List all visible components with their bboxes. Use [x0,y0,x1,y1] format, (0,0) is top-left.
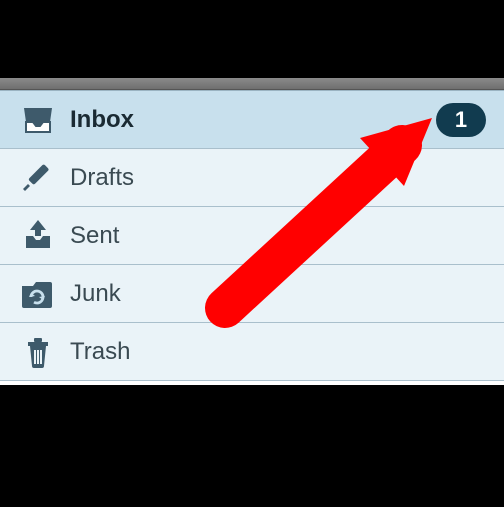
folder-sent[interactable]: Sent [0,207,504,265]
folder-label: Inbox [70,106,436,134]
pencil-icon [14,161,62,195]
recycle-folder-icon [14,278,62,310]
folder-drafts[interactable]: Drafts [0,149,504,207]
inbox-icon [14,102,62,138]
folder-junk[interactable]: Junk [0,265,504,323]
folder-inbox[interactable]: Inbox 1 [0,91,504,149]
folder-list: Inbox 1 Drafts Sent [0,90,504,381]
folder-trash[interactable]: Trash [0,323,504,381]
trash-icon [14,334,62,370]
folder-label: Sent [70,222,486,250]
folder-label: Drafts [70,164,486,192]
window-titlebar [0,78,504,90]
outbox-icon [14,218,62,254]
mail-folder-list: Inbox 1 Drafts Sent [0,78,504,385]
folder-label: Junk [70,280,486,308]
folder-label: Trash [70,338,486,366]
unread-count-badge: 1 [436,103,486,137]
